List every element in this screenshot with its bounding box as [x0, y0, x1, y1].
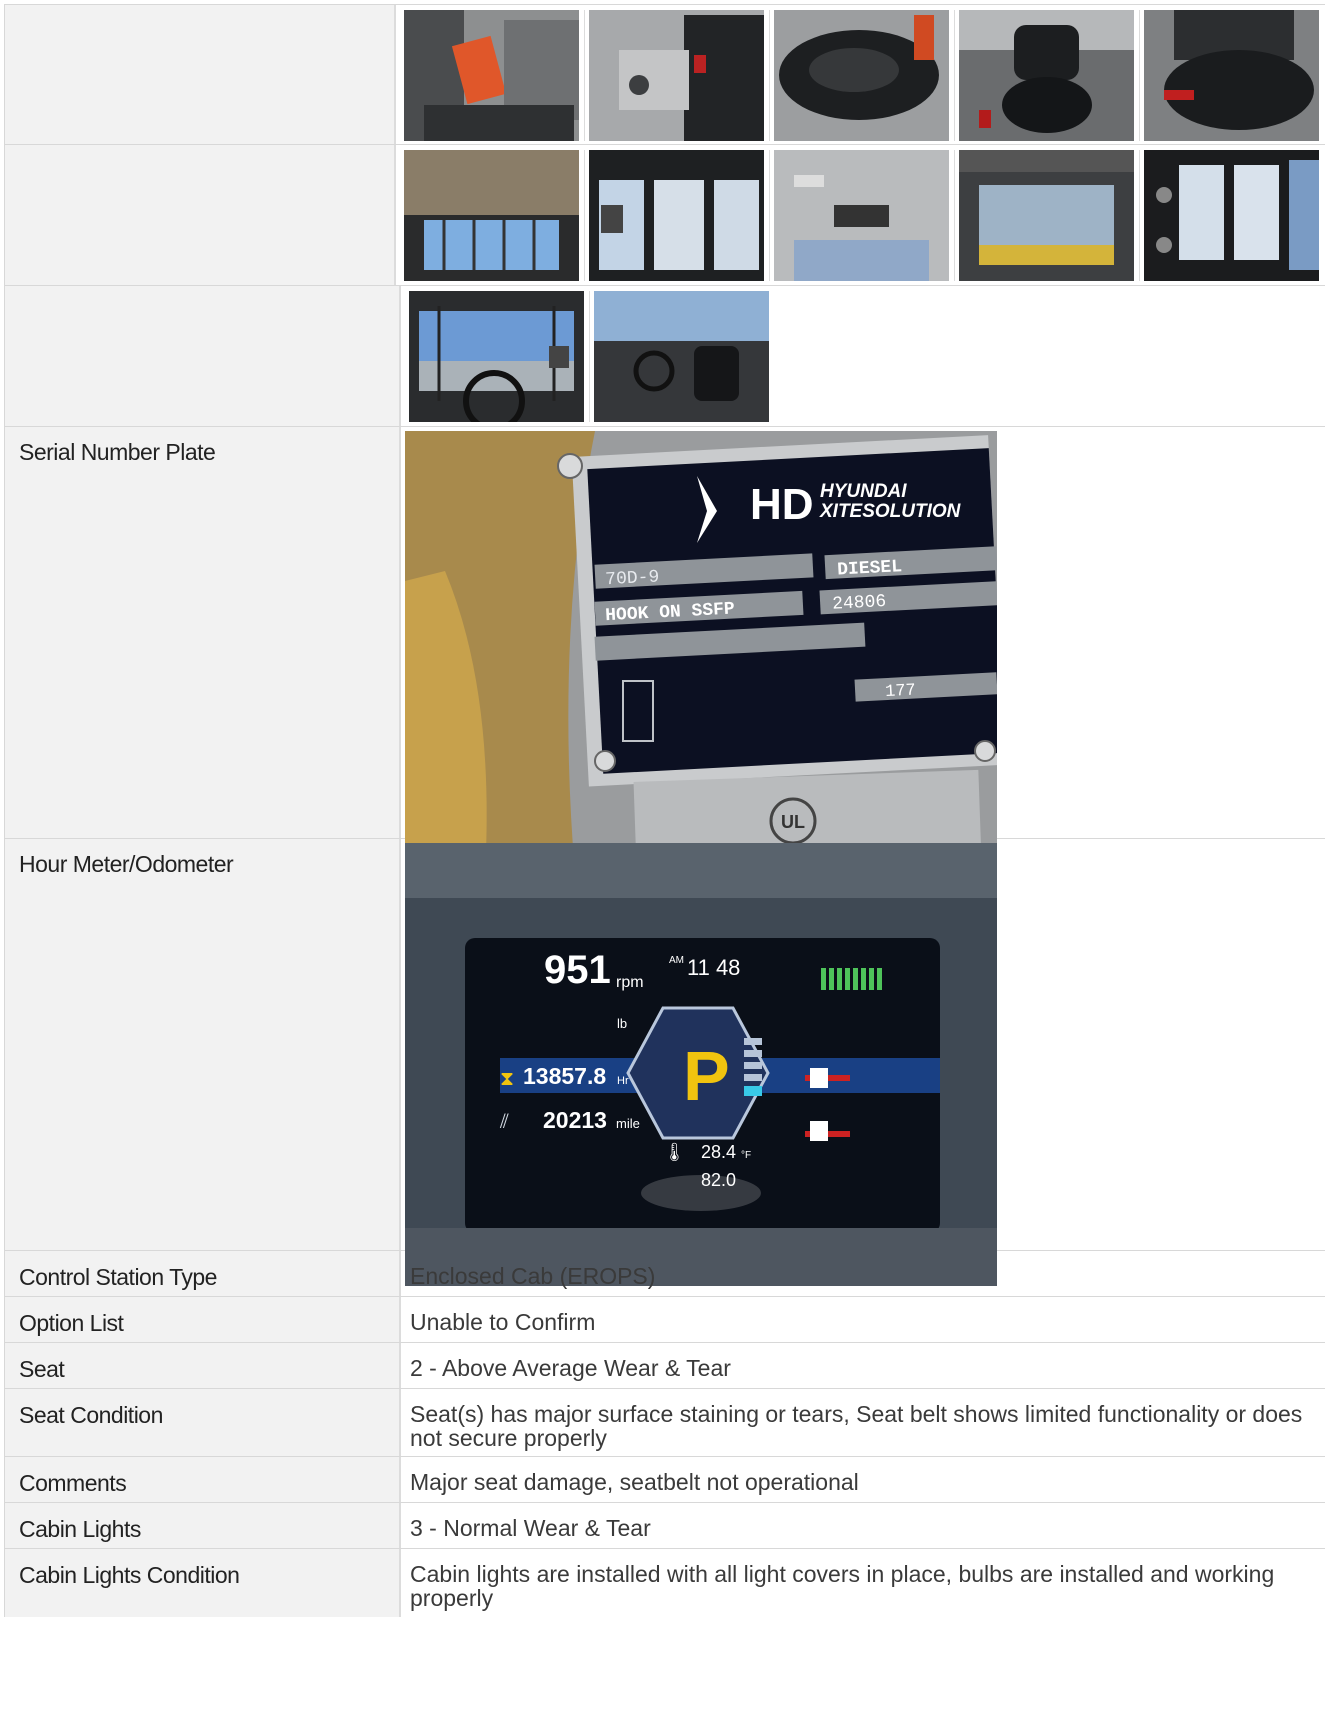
field-label: Comments [4, 1457, 401, 1502]
clock-time: 11 48 [687, 955, 740, 980]
steering-view-photo[interactable] [409, 291, 584, 422]
field-row-cabin-lights: Cabin Lights 3 - Normal Wear & Tear [4, 1503, 1325, 1549]
field-row-control-station-type: Control Station Type Enclosed Cab (EROPS… [4, 1251, 1325, 1297]
row-label [4, 145, 396, 285]
temperature-unit: °F [741, 1150, 751, 1161]
hours-unit: Hr [617, 1075, 629, 1087]
serial-plate-photo[interactable]: HD HYUNDAI XITESOLUTION 70D-9 DIESEL HOO… [405, 431, 997, 874]
field-value: Enclosed Cab (EROPS) [410, 1263, 656, 1289]
plate-brand-mark: HD [750, 480, 814, 529]
operator-station-photo[interactable] [594, 291, 769, 422]
field-row-comments: Comments Major seat damage, seatbelt not… [4, 1457, 1325, 1503]
cab-roof-photo[interactable] [404, 150, 579, 281]
serial-plate-row: Serial Number Plate HD HYUNDAI XITESOLUT… [4, 427, 1325, 874]
plate-truck-weight: 24806 [832, 592, 887, 615]
rpm-unit: rpm [616, 974, 644, 991]
cab-ceiling-photo[interactable] [774, 150, 949, 281]
row-label [4, 5, 396, 144]
photo-gallery-row [4, 145, 1325, 286]
inspection-report-table: Serial Number Plate HD HYUNDAI XITESOLUT… [4, 4, 1325, 1617]
plate-ul-mark: UL [781, 812, 805, 832]
photo-gallery-row [4, 286, 1325, 427]
field-label: Seat Condition [4, 1389, 401, 1456]
hour-meter-label: Hour Meter/Odometer [4, 839, 401, 1250]
photo-gallery-row [4, 4, 1325, 145]
load-unit: lb [617, 1016, 627, 1031]
temperature-value: 28.4 [701, 1142, 736, 1162]
windshield-photo[interactable] [959, 150, 1134, 281]
serial-plate-label: Serial Number Plate [4, 427, 401, 838]
seat-top-photo[interactable] [774, 10, 949, 141]
field-row-option-list: Option List Unable to Confirm [4, 1297, 1325, 1343]
field-row-seat-condition: Seat Condition Seat(s) has major surface… [4, 1389, 1325, 1457]
miles-value: 20213 [543, 1107, 607, 1133]
seat-side-photo[interactable] [589, 10, 764, 141]
hourglass-icon: ⧗ [500, 1068, 514, 1090]
plate-brand-line1: HYUNDAI [820, 481, 907, 502]
field-label: Seat [4, 1343, 401, 1388]
field-value: Unable to Confirm [410, 1309, 596, 1335]
field-row-cabin-lights-condition: Cabin Lights Condition Cabin lights are … [4, 1549, 1325, 1617]
plate-type: DIESEL [837, 557, 903, 580]
seat-front-photo[interactable] [959, 10, 1134, 141]
road-icon: ⫽ [499, 1111, 509, 1133]
cab-interior-photo[interactable] [404, 10, 579, 141]
field-value: 3 - Normal Wear & Tear [410, 1515, 651, 1541]
rear-window-photo[interactable] [1144, 150, 1319, 281]
seat-closeup-photo[interactable] [1144, 10, 1319, 141]
field-value: Seat(s) has major surface staining or te… [410, 1401, 1303, 1451]
clock-ampm: AM [669, 955, 684, 966]
plate-model: 70D-9 [605, 567, 660, 590]
field-label: Cabin Lights [4, 1503, 401, 1548]
plate-max-lift: 177 [885, 681, 917, 702]
field-row-seat: Seat 2 - Above Average Wear & Tear [4, 1343, 1325, 1389]
gear-indicator: P [683, 1037, 730, 1115]
field-value: Cabin lights are installed with all ligh… [410, 1561, 1275, 1611]
field-value: Major seat damage, seatbelt not operatio… [410, 1469, 859, 1495]
hours-value: 13857.8 [523, 1063, 606, 1089]
row-label [4, 286, 401, 426]
field-value: 2 - Above Average Wear & Tear [410, 1355, 731, 1381]
field-label: Option List [4, 1297, 401, 1342]
thermometer-icon: 🌡 [663, 1142, 686, 1162]
hour-meter-row: Hour Meter/Odometer P 951 rpm AM 11 48 l… [4, 839, 1325, 1286]
plate-brand-line2: XITESOLUTION [819, 501, 962, 522]
cab-interior-doors-photo[interactable] [589, 150, 764, 281]
field-label: Cabin Lights Condition [4, 1549, 401, 1617]
hour-meter-photo[interactable]: P 951 rpm AM 11 48 lb ⧗ 13857.8 Hr ⫽ 202… [405, 843, 997, 1286]
field-label: Control Station Type [4, 1251, 401, 1296]
miles-unit: mile [616, 1116, 640, 1131]
rpm-value: 951 [544, 948, 611, 992]
